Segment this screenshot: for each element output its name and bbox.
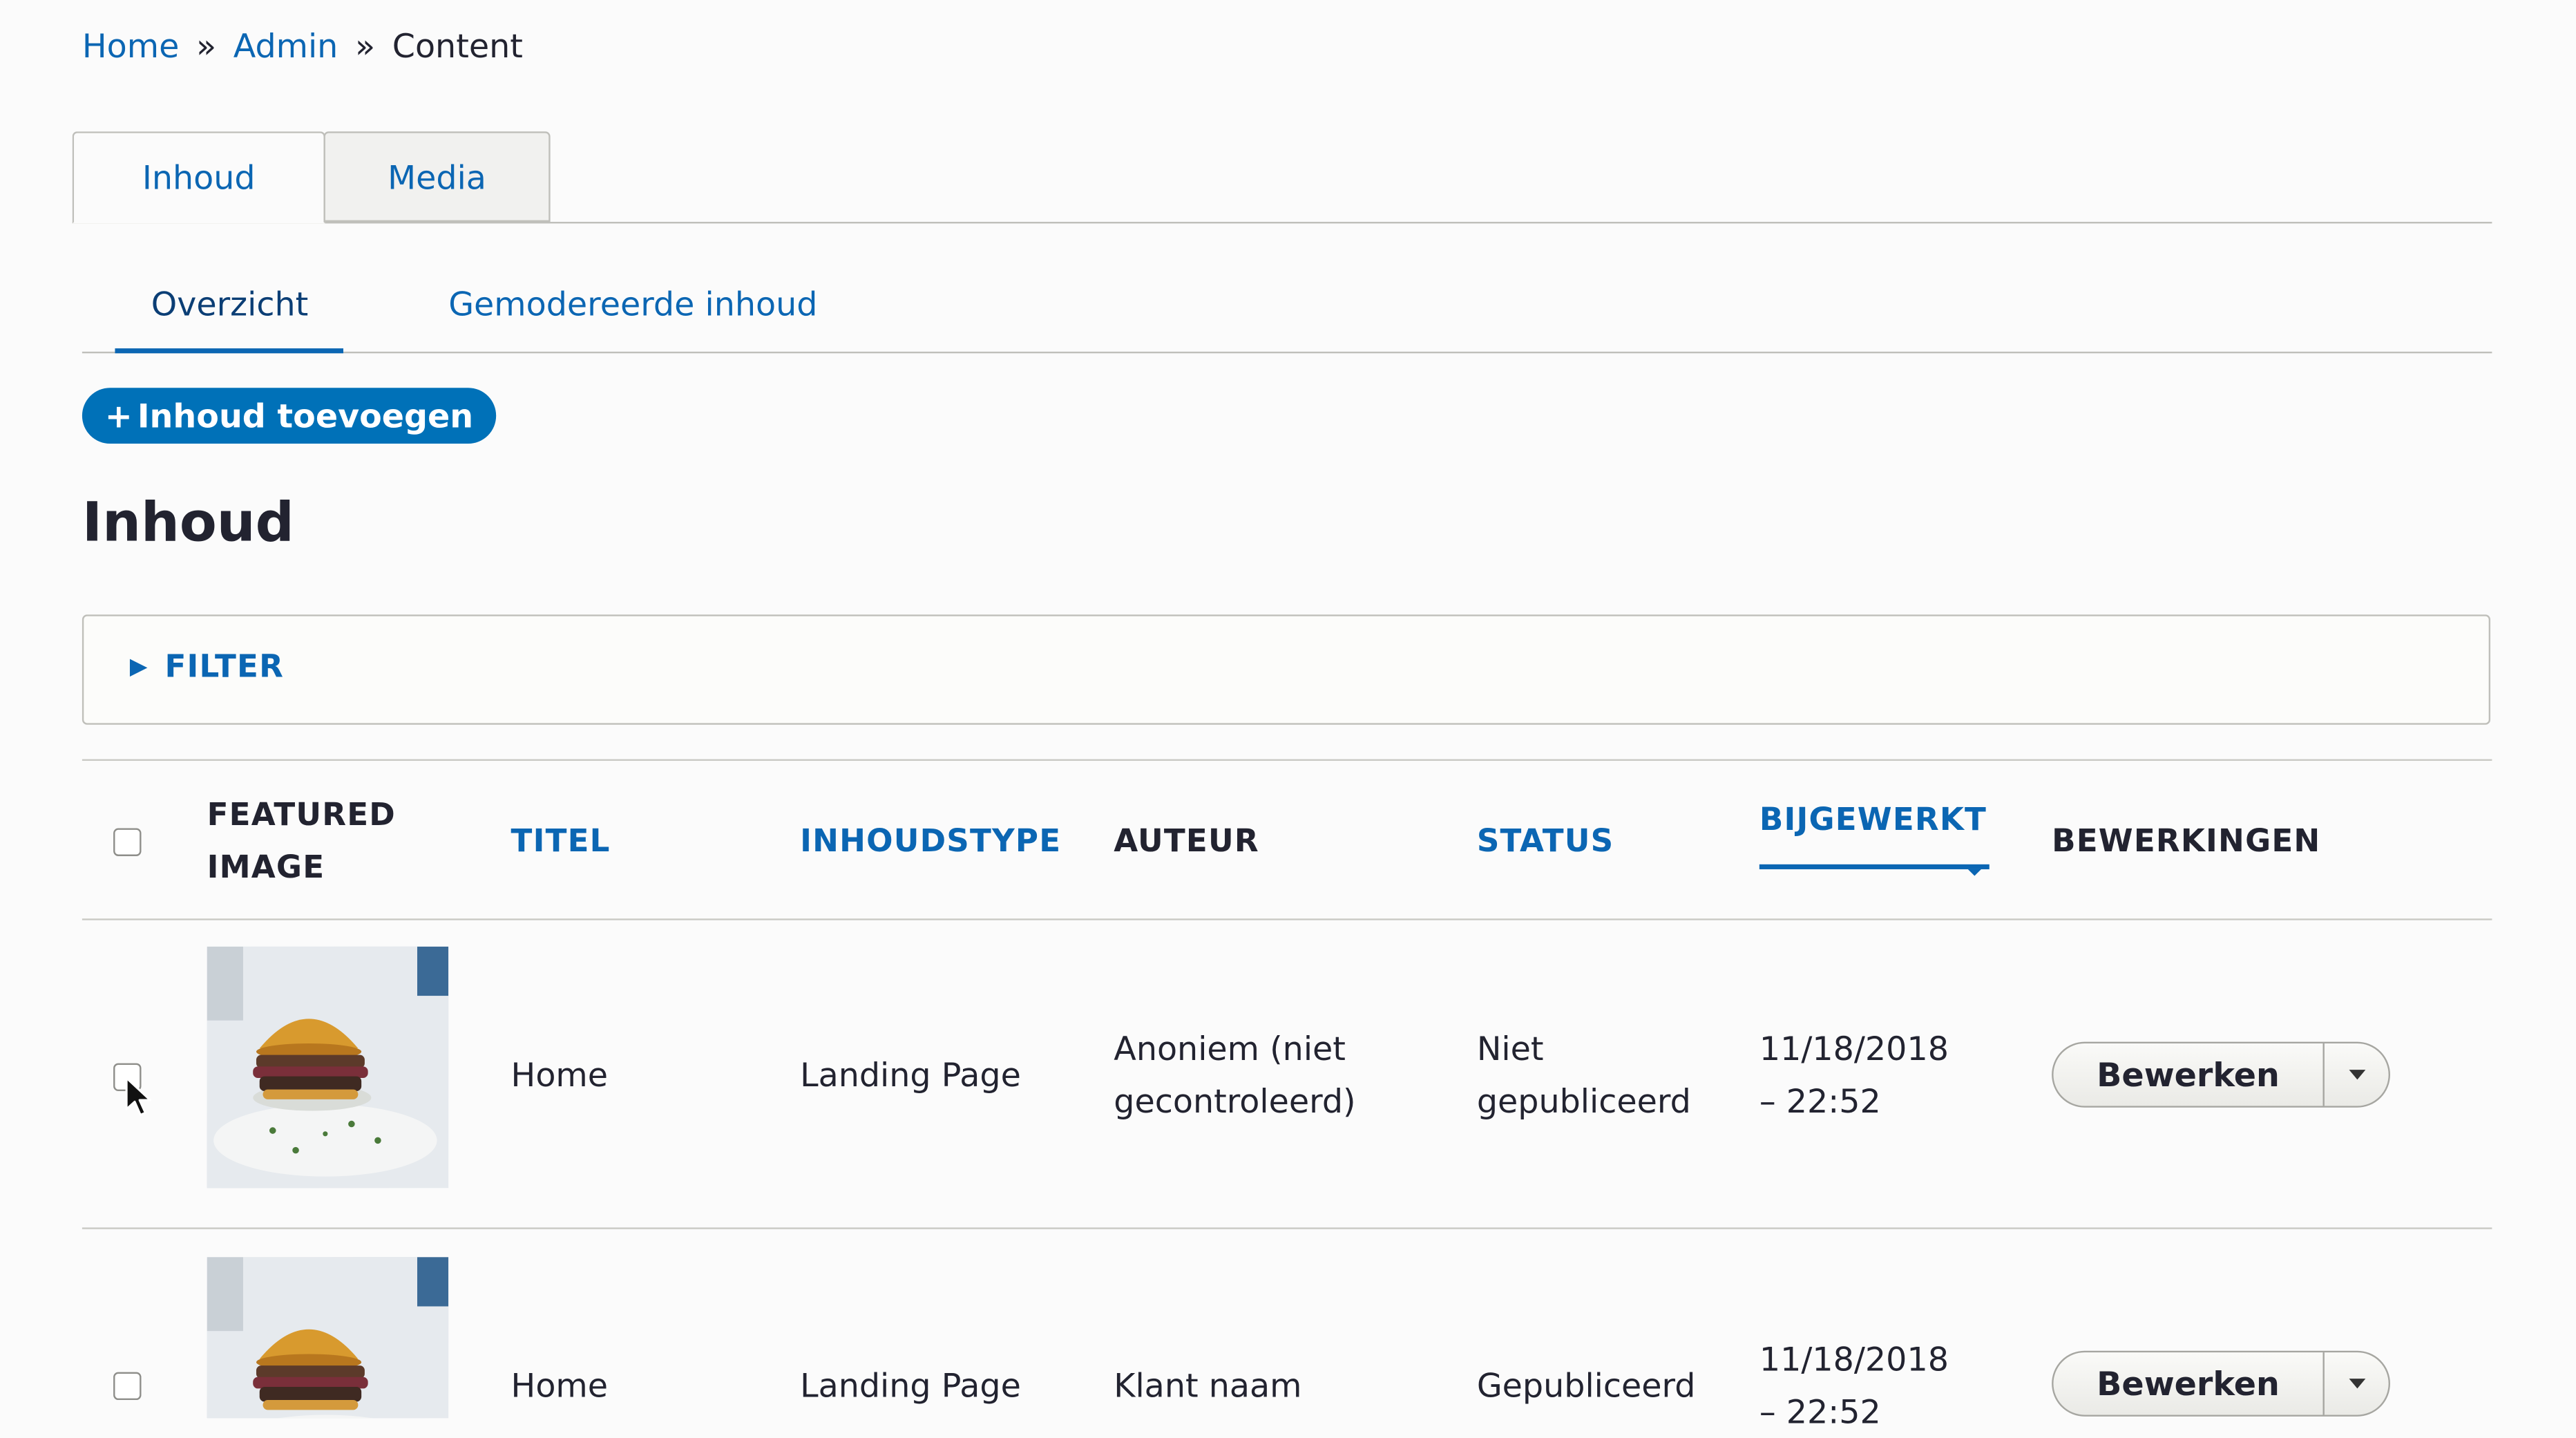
column-header-featured-image-line1: FEATURED (207, 797, 397, 833)
active-tab-indicator (115, 348, 344, 354)
row-updated-time: – 22:52 (1759, 1081, 1881, 1121)
chevron-down-icon (2348, 1379, 2365, 1389)
operations-dropdown-toggle[interactable] (2325, 1352, 2389, 1415)
featured-image-thumbnail (207, 946, 449, 1189)
breadcrumb: Home » Admin » Content (82, 25, 523, 68)
column-header-titel[interactable]: TITEL (511, 815, 611, 867)
select-all-checkbox[interactable] (113, 828, 142, 856)
table-row-divider (82, 1227, 2492, 1229)
sort-caret-icon (1967, 869, 1981, 876)
primary-tabs-divider (72, 222, 2492, 224)
column-header-inhoudstype[interactable]: INHOUDSTYPE (800, 815, 1061, 867)
column-header-status[interactable]: STATUS (1477, 815, 1614, 867)
row-updated: 11/18/2018 – 22:52 (1759, 1022, 1949, 1127)
column-header-auteur: AUTEUR (1114, 823, 1259, 860)
burger-image-icon (207, 1257, 449, 1419)
featured-image-thumbnail (207, 1257, 449, 1419)
row-content-type: Landing Page (800, 1365, 1021, 1406)
row-operations-dropbutton: Bewerken (2052, 1350, 2390, 1417)
row-author-link[interactable]: Klant naam (1114, 1359, 1301, 1412)
row-author: Anoniem (niet gecontroleerd) (1114, 1022, 1355, 1127)
viewport: Home » Admin » Content Inhoud Media Over… (0, 0, 2576, 1431)
expand-triangle-icon: ▶ (129, 654, 149, 681)
row-author-line2: gecontroleerd) (1114, 1081, 1356, 1121)
chevron-down-icon (2348, 1070, 2365, 1080)
column-header-bijgewerkt[interactable]: BIJGEWERKT (1759, 794, 1987, 846)
page-title: Inhoud (82, 489, 294, 554)
tab-overzicht[interactable]: Overzicht (151, 284, 309, 323)
column-header-featured-image: FEATURED IMAGE (207, 788, 396, 893)
filter-toggle[interactable]: ▶ FILTER (130, 649, 284, 685)
tab-media[interactable]: Media (323, 131, 551, 223)
tab-inhoud[interactable]: Inhoud (72, 131, 325, 224)
row-author-line1: Anoniem (niet (1114, 1028, 1346, 1068)
tab-gemodereerde-inhoud[interactable]: Gemodereerde inhoud (448, 284, 817, 323)
row-operations-dropbutton: Bewerken (2052, 1041, 2390, 1108)
row-content-type: Landing Page (800, 1054, 1021, 1095)
breadcrumb-separator: » (195, 26, 217, 66)
primary-tabs: Inhoud Media (72, 131, 2492, 224)
burger-image-icon (207, 946, 449, 1189)
row-checkbox[interactable] (113, 1372, 142, 1401)
breadcrumb-admin-link[interactable]: Admin (233, 26, 338, 66)
sort-active-underline (1759, 864, 1990, 869)
row-updated-time: – 22:52 (1759, 1392, 1881, 1432)
edit-button[interactable]: Bewerken (2054, 1352, 2325, 1415)
operations-dropdown-toggle[interactable] (2325, 1043, 2389, 1106)
row-status-line2: gepubliceerd (1476, 1081, 1691, 1121)
row-updated-date: 11/18/2018 (1759, 1028, 1949, 1068)
edit-button[interactable]: Bewerken (2054, 1043, 2325, 1106)
secondary-tabs: Overzicht Gemodereerde inhoud (82, 271, 2492, 354)
add-content-label: Inhoud toevoegen (137, 396, 474, 436)
row-updated: 11/18/2018 – 22:52 (1759, 1333, 1949, 1438)
row-status-line1: Niet (1476, 1028, 1544, 1068)
table-header-divider (82, 918, 2492, 920)
row-title-link[interactable]: Home (511, 1048, 608, 1101)
column-header-featured-image-line2: IMAGE (207, 849, 325, 886)
breadcrumb-separator: » (354, 26, 376, 66)
filter-panel: ▶ FILTER (82, 614, 2491, 725)
row-status: Gepubliceerd (1476, 1365, 1696, 1406)
plus-icon: + (104, 396, 133, 436)
breadcrumb-current: Content (392, 26, 523, 66)
table-top-border (82, 759, 2492, 761)
filter-label: FILTER (164, 649, 285, 685)
breadcrumb-home-link[interactable]: Home (82, 26, 179, 66)
row-updated-date: 11/18/2018 (1759, 1339, 1949, 1379)
column-header-bewerkingen: BEWERKINGEN (2052, 823, 2321, 860)
secondary-tabs-divider (82, 351, 2492, 354)
mouse-pointer-icon (125, 1077, 152, 1117)
add-content-button[interactable]: + Inhoud toevoegen (82, 388, 497, 444)
row-status: Niet gepubliceerd (1477, 1022, 1691, 1127)
row-title-link[interactable]: Home (511, 1359, 608, 1412)
